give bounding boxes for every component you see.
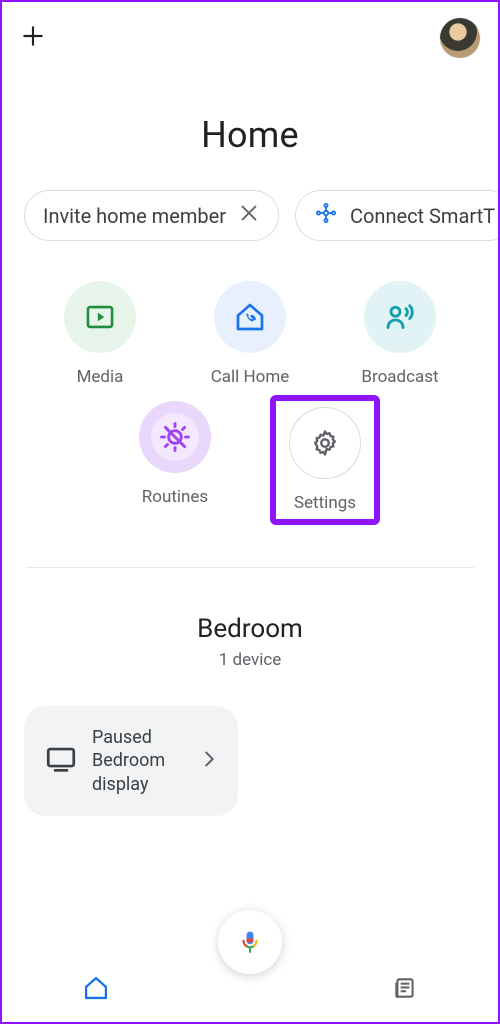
bottom-nav [2,958,498,1022]
nav-feed-icon[interactable] [392,975,418,1005]
action-label: Routines [142,487,208,507]
smartthings-icon [314,201,338,230]
suggestion-chips: Invite home member Connect SmartT [2,190,498,241]
action-routines[interactable]: Routines [120,401,230,525]
device-text: Paused Bedroom display [92,726,184,796]
action-label: Media [77,367,124,387]
add-icon[interactable] [20,23,46,53]
app-frame: Home Invite home member Connect SmartT [0,0,500,1024]
nav-home-icon[interactable] [82,974,110,1006]
call-home-icon [214,281,286,353]
device-card-bedroom-display[interactable]: Paused Bedroom display [24,706,238,816]
settings-icon [289,407,361,479]
section-divider [26,567,474,568]
chevron-right-icon [198,748,220,774]
chip-connect-smartthings[interactable]: Connect SmartT [295,190,500,241]
action-broadcast[interactable]: Broadcast [345,281,455,387]
broadcast-icon [364,281,436,353]
action-label: Settings [294,493,356,513]
action-label: Call Home [211,367,290,387]
chip-label: Connect SmartT [350,204,495,228]
device-name: Bedroom display [92,749,184,796]
routines-icon [139,401,211,473]
media-icon [64,281,136,353]
quick-actions: Media Call Home Broadcast [2,281,498,525]
action-call-home[interactable]: Call Home [195,281,305,387]
close-icon[interactable] [238,202,260,229]
room-device-count: 1 device [2,650,498,670]
action-label: Broadcast [361,367,438,387]
tv-icon [44,742,78,780]
profile-avatar[interactable] [440,18,480,58]
action-media[interactable]: Media [45,281,155,387]
room-name: Bedroom [2,614,498,644]
chip-invite-home-member[interactable]: Invite home member [24,190,279,241]
chip-label: Invite home member [43,204,226,228]
room-section: Bedroom 1 device [2,614,498,670]
device-status: Paused [92,726,184,749]
mic-icon [236,928,264,956]
action-settings[interactable]: Settings [270,395,380,525]
top-bar [2,2,498,74]
page-title: Home [2,114,498,156]
